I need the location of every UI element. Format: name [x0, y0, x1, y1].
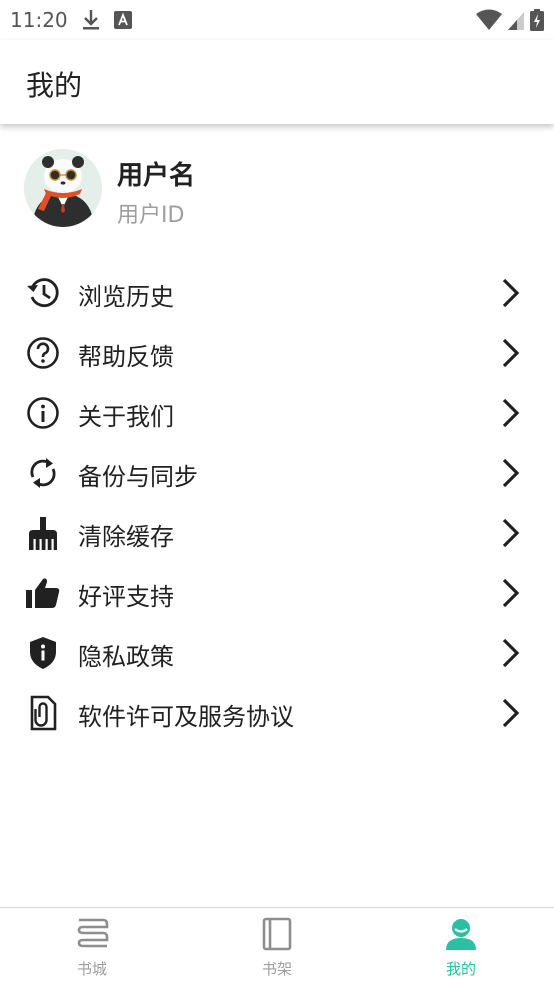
menu-item-backup-sync[interactable]: 备份与同步 — [0, 443, 554, 503]
chevron-right-icon — [500, 337, 522, 369]
menu-item-clear-cache[interactable]: 清除缓存 — [0, 503, 554, 563]
menu-item-label: 帮助反馈 — [78, 343, 174, 371]
menu-item-privacy-policy[interactable]: 隐私政策 — [0, 623, 554, 683]
menu-item-label: 好评支持 — [78, 583, 174, 611]
info-icon — [25, 395, 61, 431]
app-bar: 我的 — [0, 40, 554, 124]
menu-item-about-us[interactable]: 关于我们 — [0, 383, 554, 443]
a-notification-icon — [114, 11, 132, 33]
document-clip-icon — [25, 695, 61, 731]
panda-avatar-icon — [24, 149, 102, 227]
chevron-right-icon — [500, 277, 522, 309]
book-store-icon — [74, 916, 110, 952]
chevron-right-icon — [500, 517, 522, 549]
status-right-icons — [476, 9, 544, 35]
chevron-right-icon — [500, 397, 522, 429]
wifi-icon — [476, 9, 502, 35]
status-time: 11:20 — [10, 8, 68, 32]
history-icon — [25, 275, 61, 311]
menu-item-label: 软件许可及服务协议 — [78, 703, 294, 731]
thumbs-up-icon — [25, 575, 61, 611]
chevron-right-icon — [500, 697, 522, 729]
profile-header[interactable]: 用户名 用户ID — [0, 124, 554, 242]
nav-tab-bookshelf[interactable]: 书架 — [217, 908, 337, 988]
nav-tab-mine[interactable]: 我的 — [401, 908, 521, 988]
download-icon — [82, 9, 100, 35]
nav-tab-label: 书城 — [76, 960, 107, 978]
menu-item-label: 关于我们 — [78, 403, 174, 431]
shield-icon — [25, 635, 61, 671]
menu-item-label: 清除缓存 — [78, 523, 174, 551]
settings-menu: 浏览历史 帮助反馈 关于我们 备份与同步 清除缓存 好评支持 隐私政策 软件许可… — [0, 263, 554, 743]
chevron-right-icon — [500, 577, 522, 609]
bottom-navigation: 书城 书架 我的 — [0, 907, 554, 988]
page-title: 我的 — [26, 69, 83, 102]
menu-item-help-feedback[interactable]: 帮助反馈 — [0, 323, 554, 383]
menu-item-history[interactable]: 浏览历史 — [0, 263, 554, 323]
help-icon — [25, 335, 61, 371]
avatar[interactable] — [24, 149, 102, 227]
nav-tab-label: 书架 — [261, 960, 292, 978]
bookshelf-icon — [259, 916, 295, 952]
status-left-icons — [82, 9, 132, 35]
username: 用户名 — [117, 161, 196, 191]
user-id: 用户ID — [117, 203, 185, 228]
chevron-right-icon — [500, 457, 522, 489]
broom-icon — [25, 515, 61, 551]
nav-tab-label: 我的 — [445, 960, 476, 978]
menu-item-label: 浏览历史 — [78, 283, 174, 311]
menu-item-label: 备份与同步 — [78, 463, 198, 491]
menu-item-license-agreement[interactable]: 软件许可及服务协议 — [0, 683, 554, 743]
sync-icon — [25, 455, 61, 491]
nav-tab-book-store[interactable]: 书城 — [32, 908, 152, 988]
signal-icon — [506, 9, 526, 35]
menu-item-rate-support[interactable]: 好评支持 — [0, 563, 554, 623]
battery-charging-icon — [530, 9, 544, 35]
chevron-right-icon — [500, 637, 522, 669]
status-bar: 11:20 — [0, 0, 554, 40]
menu-item-label: 隐私政策 — [78, 643, 174, 671]
profile-icon — [443, 916, 479, 952]
